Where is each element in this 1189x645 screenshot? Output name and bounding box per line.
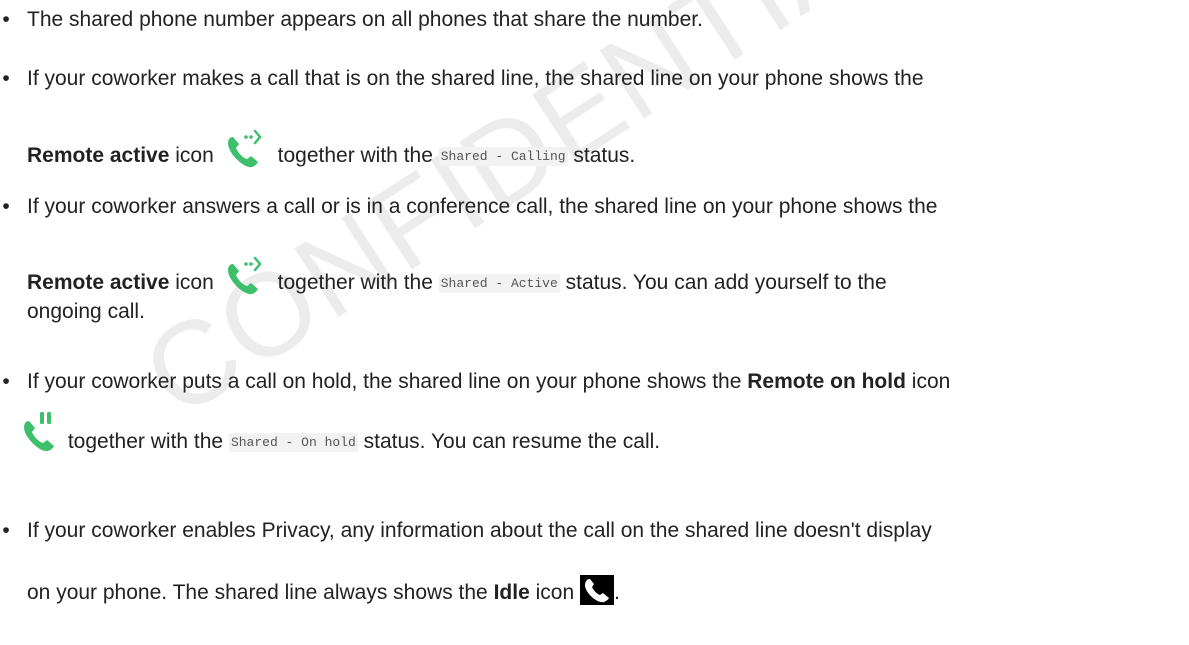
list-item-text: The shared phone number appears on all p… bbox=[27, 8, 703, 31]
text-fragment: on your phone. The shared line always sh… bbox=[27, 581, 488, 604]
text-fragment: status. You can resume the call. bbox=[363, 430, 661, 453]
text-fragment: status. You can add yourself to the bbox=[565, 271, 887, 294]
list-item-text: on your phone. The shared line always sh… bbox=[27, 575, 620, 605]
bullet-dot: • bbox=[2, 519, 10, 542]
text-fragment: . bbox=[614, 581, 620, 604]
bullet-dot: • bbox=[2, 370, 10, 393]
list-item-text: If your coworker puts a call on hold, th… bbox=[27, 370, 950, 394]
idle-icon bbox=[580, 575, 615, 605]
remote-active-icon bbox=[220, 253, 268, 297]
list-item-text: If your coworker enables Privacy, any in… bbox=[27, 519, 932, 542]
list-item-text: together with the Shared - On hold statu… bbox=[20, 410, 660, 454]
bold-term: Idle bbox=[493, 581, 530, 604]
text-fragment: together with the bbox=[67, 430, 224, 453]
bold-term: Remote active bbox=[27, 271, 170, 294]
bullet-dot: • bbox=[2, 67, 10, 90]
remote-active-icon bbox=[220, 126, 268, 170]
text-fragment: together with the bbox=[277, 144, 433, 167]
list-item-text: ongoing call. bbox=[27, 300, 145, 323]
list-item-text: Remote active icon together with the Sha… bbox=[27, 253, 887, 297]
status-code: Shared - Active bbox=[438, 274, 560, 293]
text-fragment: status. bbox=[573, 144, 636, 167]
list-item-text: If your coworker answers a call or is in… bbox=[27, 195, 938, 218]
text-fragment: icon bbox=[175, 144, 214, 167]
bold-term: Remote on hold bbox=[747, 370, 906, 393]
status-code: Shared - Calling bbox=[438, 147, 568, 166]
list-item-text: If your coworker makes a call that is on… bbox=[27, 67, 924, 90]
text-fragment: icon bbox=[911, 370, 951, 393]
remote-on-hold-icon bbox=[20, 410, 58, 452]
text-fragment: icon bbox=[535, 581, 575, 604]
list-item-text: Remote active icon together with the Sha… bbox=[27, 126, 635, 170]
bullet-dot: • bbox=[2, 195, 10, 218]
text-fragment: If your coworker puts a call on hold, th… bbox=[27, 370, 742, 393]
bold-term: Remote active bbox=[27, 144, 170, 167]
status-code: Shared - On hold bbox=[228, 433, 358, 452]
text-fragment: together with the bbox=[277, 271, 433, 294]
bullet-dot: • bbox=[2, 8, 10, 31]
text-fragment: icon bbox=[175, 271, 214, 294]
